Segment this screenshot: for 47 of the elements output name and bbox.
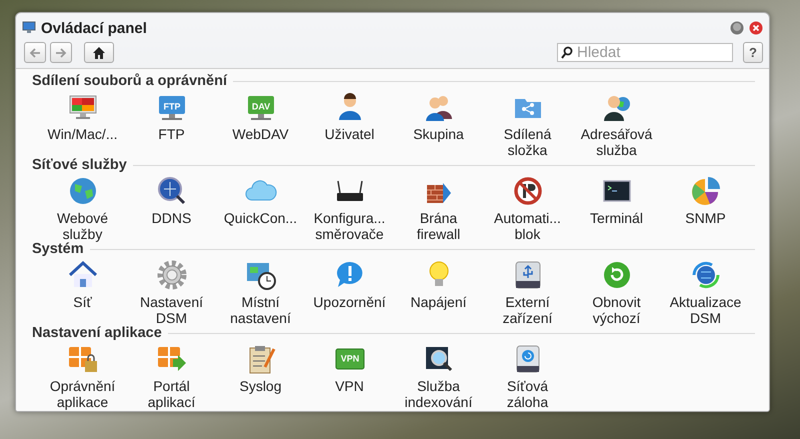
control-panel-item[interactable]: Skupina bbox=[394, 89, 483, 144]
section-heading: Systém bbox=[32, 241, 84, 257]
refresh-globe-icon bbox=[690, 259, 722, 291]
control-panel-item[interactable]: Terminál bbox=[572, 173, 661, 228]
control-panel-item[interactable]: QuickCon... bbox=[216, 173, 305, 228]
control-panel-item[interactable]: Uživatel bbox=[305, 89, 394, 144]
section-heading: Sdílení souborů a oprávnění bbox=[32, 73, 227, 89]
control-panel-item[interactable]: Konfigura... směrovače bbox=[305, 173, 394, 244]
left-arrow-icon bbox=[29, 46, 41, 58]
control-panel-item[interactable]: FTP FTP bbox=[127, 89, 216, 144]
control-panel-item[interactable]: Služba indexování bbox=[394, 341, 483, 411]
control-panel-item[interactable]: Upozornění bbox=[305, 257, 394, 312]
control-panel-item[interactable]: VPN VPN bbox=[305, 341, 394, 396]
control-panel-item[interactable]: Automati... blok bbox=[483, 173, 572, 244]
control-panel-item[interactable]: Obnovit výchozí bbox=[572, 257, 661, 328]
gear-icon bbox=[156, 259, 188, 291]
control-panel-item[interactable]: DDNS bbox=[127, 173, 216, 228]
search-field[interactable]: Hledat bbox=[557, 43, 733, 62]
section-heading: Síťové služby bbox=[32, 157, 127, 173]
control-panel-item[interactable]: Sdílená složka bbox=[483, 89, 572, 160]
help-button[interactable]: ? bbox=[743, 42, 763, 63]
control-panel-item[interactable]: SNMP bbox=[661, 173, 750, 228]
control-panel-item[interactable]: Síťová záloha bbox=[483, 341, 572, 411]
monitor-icon bbox=[22, 21, 36, 35]
control-panel-item[interactable]: Napájení bbox=[394, 257, 483, 312]
control-panel-item[interactable]: Externí zařízení bbox=[483, 257, 572, 328]
pie-chart-icon bbox=[690, 175, 722, 207]
control-panel-item[interactable]: Syslog bbox=[216, 341, 305, 396]
no-ip-icon bbox=[512, 175, 544, 207]
magnifier-globe-icon bbox=[156, 175, 188, 207]
home-button[interactable] bbox=[84, 42, 114, 63]
right-arrow-icon bbox=[55, 46, 67, 58]
minimize-icon[interactable] bbox=[730, 21, 744, 35]
control-panel-item[interactable]: Adresářová služba bbox=[572, 89, 661, 160]
control-panel-item[interactable]: DAV WebDAV bbox=[216, 89, 305, 144]
control-panel-item[interactable]: Síť bbox=[38, 257, 127, 312]
house-icon bbox=[92, 46, 106, 59]
close-icon[interactable] bbox=[749, 21, 763, 35]
control-panel-item[interactable]: Oprávnění aplikace bbox=[38, 341, 127, 411]
control-panel-item[interactable]: Místní nastavení bbox=[216, 257, 305, 328]
control-panel-item[interactable]: Brána firewall bbox=[394, 173, 483, 244]
section-heading: Nastavení aplikace bbox=[32, 325, 162, 341]
control-panel-item[interactable]: Win/Mac/... bbox=[38, 89, 127, 144]
window-title: Ovládací panel bbox=[41, 20, 148, 36]
control-panel-item[interactable]: Portál aplikací bbox=[127, 341, 216, 411]
control-panel-item[interactable]: Aktualizace DSM bbox=[661, 257, 750, 328]
control-panel-item[interactable]: Nastavení DSM bbox=[127, 257, 216, 328]
